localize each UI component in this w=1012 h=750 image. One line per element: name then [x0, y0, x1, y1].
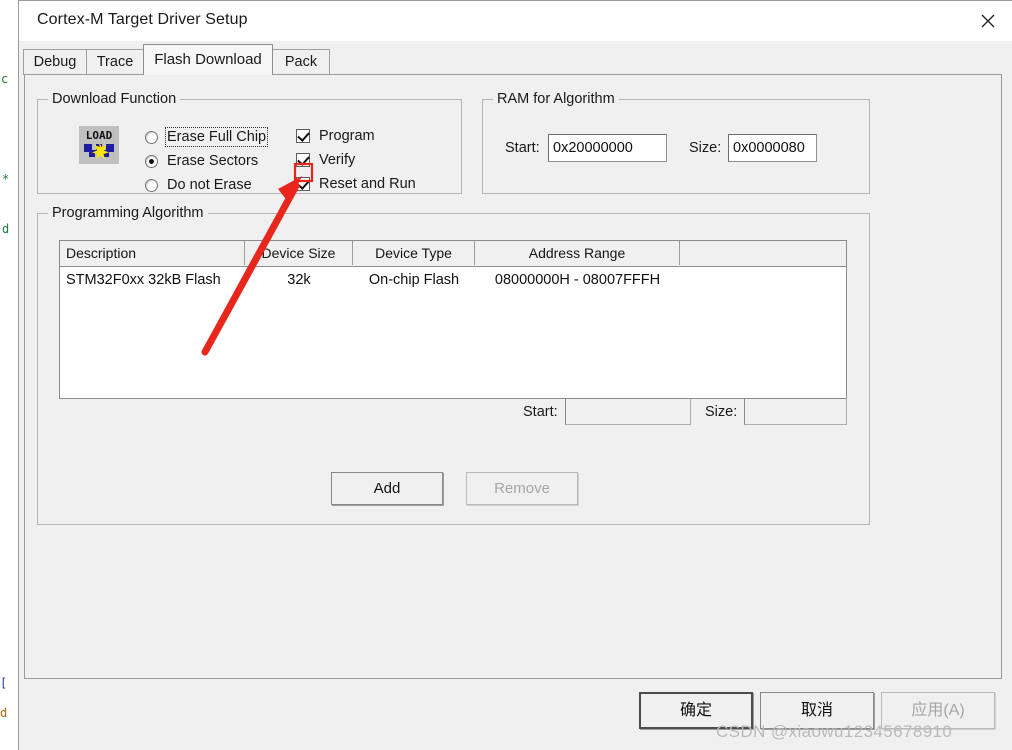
load-icon-glyph: LOAD — [79, 126, 119, 164]
column-header-address-range[interactable]: Address Range — [475, 241, 680, 265]
algorithm-start-label: Start: — [523, 404, 558, 420]
radio-erase-full-chip[interactable]: Erase Full Chip — [145, 127, 269, 147]
cell-address-range: 08000000H - 08007FFFH — [494, 272, 661, 288]
radio-mark-erase-full-chip — [145, 130, 158, 144]
background-fragment: d — [0, 706, 8, 720]
title-bar: Cortex-M Target Driver Setup — [19, 1, 1012, 41]
ram-size-label: Size: — [689, 140, 722, 156]
radio-label-do-not-erase: Do not Erase — [167, 177, 252, 193]
table-header-row: Description Device Size Device Type Addr… — [60, 241, 846, 267]
background-fragment: * — [2, 172, 10, 186]
column-header-device-type[interactable]: Device Type — [353, 241, 475, 265]
tab-pack[interactable]: Pack — [272, 49, 330, 75]
radio-mark-erase-sectors — [145, 154, 158, 168]
flash-download-panel: Download Function LOAD Erase Full Chip E… — [24, 74, 1002, 679]
background-editor: c * d [ d — [0, 0, 18, 750]
algorithm-size-label: Size: — [705, 404, 738, 420]
background-fragment: c — [1, 72, 9, 86]
radio-label-erase-full-chip: Erase Full Chip — [164, 127, 269, 147]
checkbox-reset-and-run[interactable]: Reset and Run — [296, 176, 416, 192]
remove-button: Remove — [466, 472, 578, 505]
column-header-device-size[interactable]: Device Size — [245, 241, 353, 265]
radio-label-erase-sectors: Erase Sectors — [167, 153, 259, 169]
ram-start-label: Start: — [505, 140, 540, 156]
cell-device-type: On-chip Flash — [368, 272, 460, 288]
download-function-group: Download Function LOAD Erase Full Chip E… — [37, 91, 462, 194]
ram-start-input[interactable]: 0x20000000 — [548, 134, 667, 162]
checkbox-mark-program — [296, 129, 310, 143]
add-button[interactable]: Add — [331, 472, 443, 505]
column-header-description[interactable]: Description — [60, 241, 245, 265]
algorithm-start-input[interactable] — [565, 398, 691, 425]
ram-size-input[interactable]: 0x0000080 — [728, 134, 817, 162]
svg-text:LOAD: LOAD — [86, 129, 113, 142]
checkbox-label-reset-and-run: Reset and Run — [319, 176, 416, 192]
tab-debug[interactable]: Debug — [23, 49, 87, 75]
close-button[interactable] — [966, 1, 1012, 40]
checkbox-mark-reset-and-run — [296, 177, 310, 191]
checkbox-verify[interactable]: Verify — [296, 152, 355, 168]
algorithm-size-input[interactable] — [744, 398, 847, 425]
checkbox-label-verify: Verify — [319, 152, 356, 168]
background-fragment: [ — [0, 676, 8, 690]
checkbox-mark-verify — [296, 153, 310, 167]
column-header-spacer — [680, 241, 846, 265]
background-fragment: d — [2, 222, 10, 236]
watermark: CSDN @xiaowu12345678910 — [716, 722, 953, 741]
programming-algorithm-table[interactable]: Description Device Size Device Type Addr… — [59, 240, 847, 399]
screen: c * d [ d Cortex-M Target Driver Setup D… — [0, 0, 1012, 750]
window-title: Cortex-M Target Driver Setup — [37, 11, 248, 28]
load-icon: LOAD — [79, 126, 119, 164]
checkbox-label-program: Program — [319, 128, 375, 144]
radio-do-not-erase[interactable]: Do not Erase — [145, 177, 252, 193]
cell-device-size: 32k — [287, 272, 311, 288]
cell-description: STM32F0xx 32kB Flash — [66, 272, 221, 288]
ram-for-algorithm-group: RAM for Algorithm Start: 0x20000000 Size… — [482, 91, 870, 194]
target-driver-setup-dialog: Cortex-M Target Driver Setup Debug Trace… — [18, 0, 1012, 750]
tab-flash-download[interactable]: Flash Download — [143, 44, 273, 75]
checkbox-program[interactable]: Program — [296, 128, 375, 144]
radio-erase-sectors[interactable]: Erase Sectors — [145, 153, 258, 169]
tab-strip: Debug Trace Flash Download Pack — [19, 41, 1012, 75]
programming-algorithm-legend: Programming Algorithm — [48, 205, 208, 221]
download-function-legend: Download Function — [48, 91, 181, 107]
ram-for-algorithm-legend: RAM for Algorithm — [493, 91, 619, 107]
programming-algorithm-group: Programming Algorithm Description Device… — [37, 205, 870, 525]
radio-mark-do-not-erase — [145, 178, 158, 192]
tab-trace[interactable]: Trace — [86, 49, 144, 75]
close-icon — [981, 14, 995, 28]
